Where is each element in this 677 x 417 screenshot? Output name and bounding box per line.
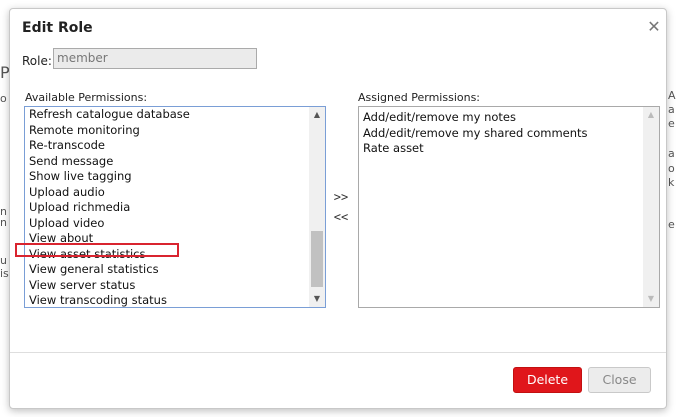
bg-fragment: u [0, 254, 7, 267]
bg-fragment: o [668, 162, 675, 175]
available-permissions-list[interactable]: Refresh catalogue database Remote monito… [24, 106, 326, 308]
list-item[interactable]: Add/edit/remove my notes [359, 110, 644, 126]
scrollbar[interactable]: ▲ ▼ [643, 107, 659, 307]
list-item[interactable]: View general statistics [25, 262, 310, 278]
scroll-down-icon[interactable]: ▼ [312, 294, 322, 304]
close-icon[interactable]: ✕ [646, 19, 662, 35]
role-field[interactable]: member [53, 48, 257, 69]
list-item-highlighted[interactable]: View asset statistics [25, 247, 310, 263]
list-item[interactable]: View about [25, 231, 310, 247]
list-item[interactable]: Show live tagging [25, 169, 310, 185]
list-item[interactable]: Remote monitoring [25, 123, 310, 139]
scroll-up-icon[interactable]: ▲ [646, 110, 656, 120]
dialog-title: Edit Role [22, 20, 93, 36]
bg-fragment: a [668, 103, 675, 116]
list-item[interactable]: Send message [25, 154, 310, 170]
divider [10, 352, 666, 353]
delete-button[interactable]: Delete [513, 367, 582, 393]
scroll-down-icon[interactable]: ▼ [646, 294, 656, 304]
list-item[interactable]: Refresh catalogue database [25, 107, 310, 123]
close-button[interactable]: Close [588, 367, 651, 393]
add-permission-button[interactable]: >> [328, 190, 354, 204]
scroll-up-icon[interactable]: ▲ [312, 110, 322, 120]
edit-role-dialog: Edit Role ✕ Role: member Available Permi… [9, 8, 667, 409]
bg-fragment: P [0, 66, 9, 80]
bg-fragment: e [668, 218, 675, 231]
bg-fragment: A [668, 89, 676, 102]
list-item[interactable]: Rate asset [359, 141, 644, 157]
list-item[interactable]: Upload richmedia [25, 200, 310, 216]
bg-fragment: a [668, 147, 675, 160]
assigned-permissions-label: Assigned Permissions: [358, 91, 481, 104]
bg-fragment: e [668, 117, 675, 130]
list-item[interactable]: View transcoding status [25, 293, 310, 307]
bg-fragment: o [0, 92, 7, 105]
available-permissions-label: Available Permissions: [25, 91, 148, 104]
bg-fragment: n [0, 216, 7, 229]
remove-permission-button[interactable]: << [328, 210, 354, 224]
scrollbar-thumb[interactable] [311, 231, 323, 287]
bg-fragment: k [668, 176, 675, 189]
role-label: Role: [22, 54, 52, 68]
list-item[interactable]: Upload video [25, 216, 310, 232]
scrollbar[interactable]: ▲ ▼ [309, 107, 325, 307]
list-item[interactable]: View server status [25, 278, 310, 294]
list-item[interactable]: Add/edit/remove my shared comments [359, 126, 644, 142]
list-item[interactable]: Upload audio [25, 185, 310, 201]
assigned-permissions-list[interactable]: Add/edit/remove my notes Add/edit/remove… [358, 106, 660, 308]
list-item[interactable]: Re-transcode [25, 138, 310, 154]
bg-fragment: is [0, 267, 9, 280]
